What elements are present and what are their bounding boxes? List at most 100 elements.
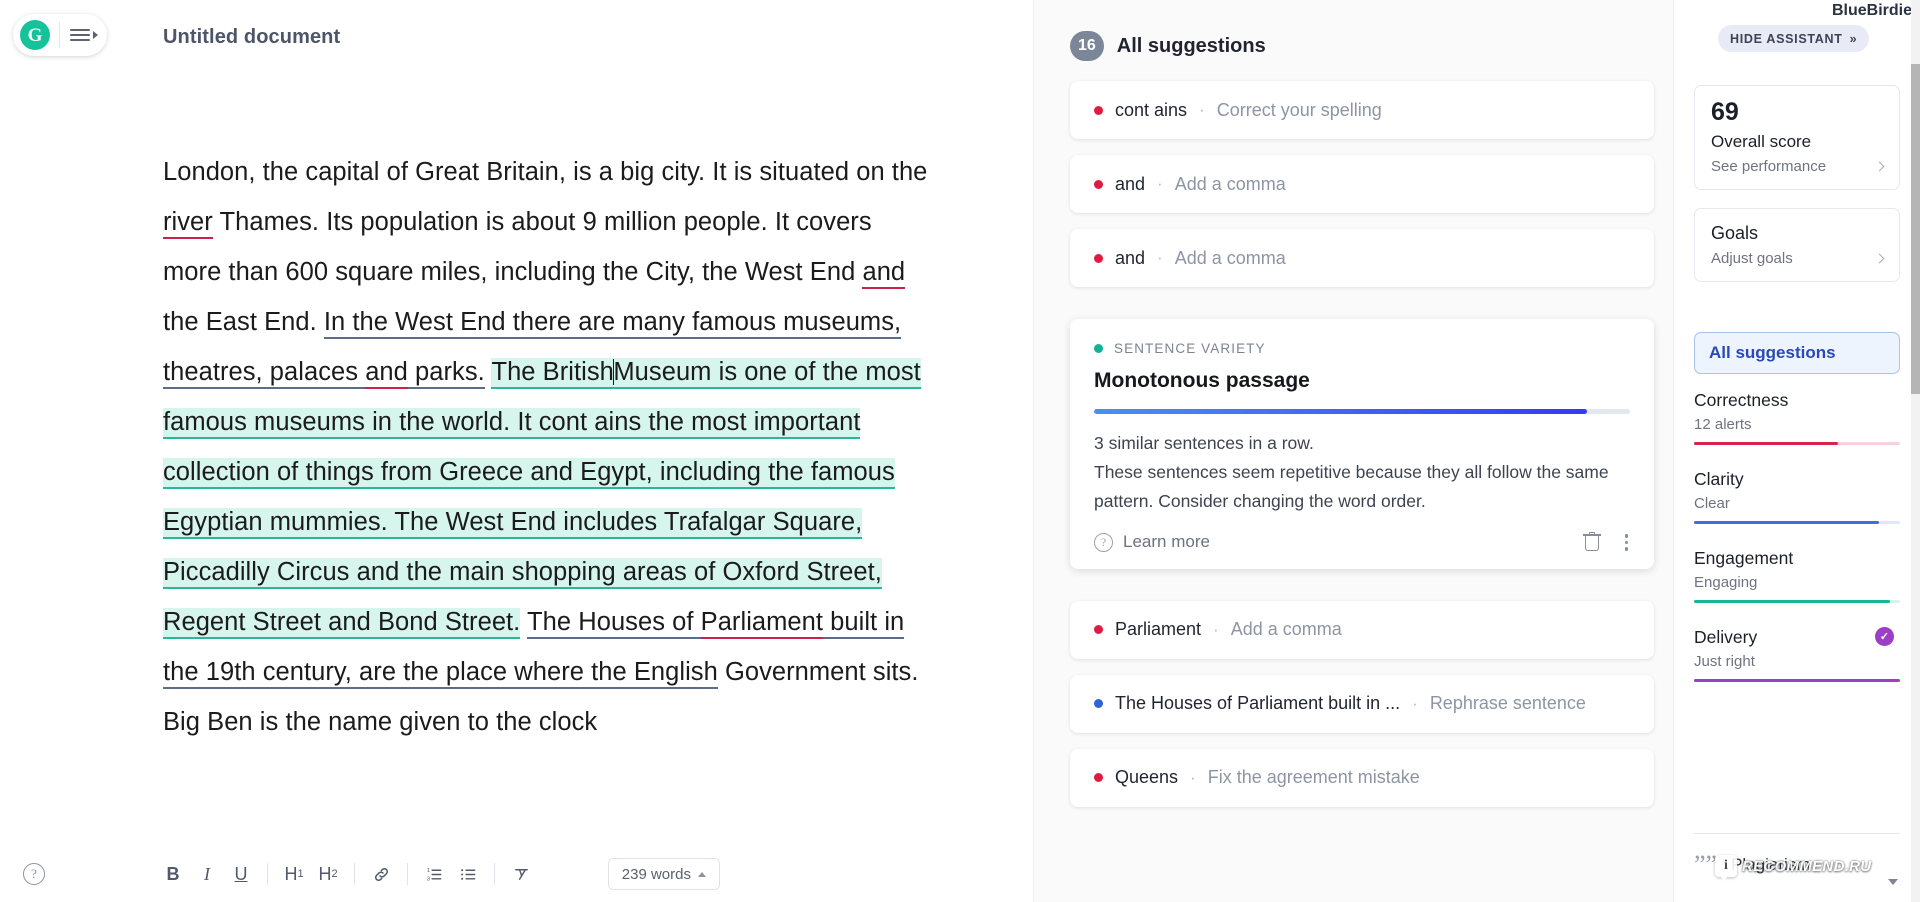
plagiarism-row[interactable]: ”” Plagiarism xyxy=(1694,852,1810,878)
bulleted-list-icon[interactable] xyxy=(451,857,485,891)
suggestion-description: 3 similar sentences in a row. These sent… xyxy=(1094,429,1630,516)
metric-name: Delivery xyxy=(1694,627,1758,647)
grammarly-editor-app: G Untitled document London, the capital … xyxy=(0,0,1920,902)
sidebar-scrollbar-thumb[interactable] xyxy=(1911,64,1920,394)
hamburger-menu-icon[interactable] xyxy=(70,29,98,41)
adjust-goals-row[interactable]: Adjust goals xyxy=(1711,250,1885,267)
spelling-mark[interactable]: river xyxy=(163,208,213,239)
link-icon[interactable] xyxy=(364,857,398,891)
bold-button[interactable]: B xyxy=(156,857,190,891)
ordered-list-icon[interactable]: 1 3 xyxy=(417,857,451,891)
suggestion-term: The Houses of Parliament built in ... xyxy=(1115,693,1401,713)
metric-delivery[interactable]: Delivery Just right ✓ xyxy=(1694,627,1900,682)
page-title[interactable]: Untitled document xyxy=(163,26,340,49)
suggestion-action: Add a comma xyxy=(1174,173,1286,194)
suggestions-header: 16 All suggestions xyxy=(1070,31,1673,61)
suggestion-card[interactable]: and · Add a comma xyxy=(1070,229,1654,287)
goals-panel[interactable]: Goals Adjust goals xyxy=(1694,208,1900,282)
pill-divider xyxy=(59,22,60,48)
suggestion-dot-icon xyxy=(1094,105,1103,115)
metric-bar xyxy=(1694,600,1900,603)
card-action-icons xyxy=(1582,532,1631,553)
suggestion-separator: · xyxy=(1199,100,1205,119)
metric-clarity[interactable]: Clarity Clear xyxy=(1694,469,1900,524)
chevron-down-icon[interactable] xyxy=(1888,879,1898,885)
see-performance-link: See performance xyxy=(1711,158,1827,175)
metric-value: Clear xyxy=(1694,495,1730,512)
see-performance-row[interactable]: See performance xyxy=(1711,158,1885,175)
metric-value: Just right xyxy=(1694,653,1755,670)
trash-icon[interactable] xyxy=(1582,532,1601,552)
suggestion-action: Rephrase sentence xyxy=(1429,693,1586,713)
help-circle-icon[interactable]: ? xyxy=(23,863,45,885)
brand-label: BlueBirdie xyxy=(1831,2,1912,19)
document-editor[interactable]: London, the capital of Great Britain, is… xyxy=(163,147,933,747)
word-count-label: 239 words xyxy=(621,865,691,883)
suggestion-dot-icon xyxy=(1094,253,1103,263)
adjust-goals-link: Adjust goals xyxy=(1711,250,1793,267)
suggestion-term: and xyxy=(1115,173,1146,194)
toolbar-divider xyxy=(354,863,355,885)
suggestion-dot-icon xyxy=(1094,773,1103,782)
suggestion-card[interactable]: Parliament · Add a comma xyxy=(1070,600,1654,659)
check-badge-icon: ✓ xyxy=(1875,627,1894,646)
sidebar-scrollbar-track[interactable] xyxy=(1911,0,1920,902)
sentence-variety-mark[interactable]: The BritishMuseum is one of the most fam… xyxy=(163,358,921,639)
word-count-button[interactable]: 239 words xyxy=(607,858,720,890)
spelling-mark[interactable]: Parliament xyxy=(700,608,824,639)
text-cursor xyxy=(612,359,615,385)
editor-bottom-toolbar: ? B I U H1 H2 1 3 239 words xyxy=(0,846,1033,902)
suggestion-dot-icon xyxy=(1094,699,1103,708)
suggestion-category-label: SENTENCE VARIETY xyxy=(1114,341,1266,356)
suggestion-card-footer: ? Learn more xyxy=(1094,532,1630,553)
metric-name: Correctness xyxy=(1694,390,1789,410)
clear-formatting-icon[interactable] xyxy=(504,857,538,891)
heading-2-button[interactable]: H2 xyxy=(311,857,345,891)
metric-engagement[interactable]: Engagement Engaging xyxy=(1694,548,1900,603)
metric-correctness[interactable]: Correctness 12 alerts xyxy=(1694,390,1900,445)
italic-button[interactable]: I xyxy=(190,857,224,891)
suggestion-description-line-1: 3 similar sentences in a row. xyxy=(1094,433,1314,453)
category-dot-icon xyxy=(1094,344,1103,353)
suggestion-separator: · xyxy=(1157,174,1163,193)
metric-name: Engagement xyxy=(1694,548,1794,568)
suggestion-card[interactable]: The Houses of Parliament built in ... · Re… xyxy=(1070,674,1654,733)
logo-menu-pill[interactable]: G xyxy=(13,14,107,56)
metric-bar-fill xyxy=(1694,442,1839,445)
suggestion-card[interactable]: Queens · Fix the agreement mistake xyxy=(1070,748,1654,807)
suggestions-column: 16 All suggestions cont ains · Correct you… xyxy=(1033,0,1673,902)
suggestion-dot-icon xyxy=(1094,179,1103,189)
suggestion-card[interactable]: and · Add a comma xyxy=(1070,155,1654,213)
help-circle-icon: ? xyxy=(1094,532,1113,552)
suggestion-separator: · xyxy=(1213,619,1219,639)
spelling-mark[interactable]: and xyxy=(365,358,408,389)
suggestion-progress-fill xyxy=(1094,409,1588,414)
toolbar-divider xyxy=(407,863,408,885)
chevron-right-icon xyxy=(1874,253,1885,264)
grammarly-logo-icon[interactable]: G xyxy=(20,20,50,50)
suggestion-category-row: SENTENCE VARIETY xyxy=(1094,341,1630,356)
suggestion-progress-track xyxy=(1094,409,1630,414)
suggestion-term: Parliament xyxy=(1115,619,1202,639)
overall-score-label: Overall score xyxy=(1711,132,1812,151)
chevron-double-right-icon: » xyxy=(1849,31,1858,46)
all-suggestions-button[interactable]: All suggestions xyxy=(1694,332,1900,374)
hide-assistant-button[interactable]: HIDE ASSISTANT » xyxy=(1718,25,1870,52)
suggestion-card-expanded[interactable]: SENTENCE VARIETY Monotonous passage 3 si… xyxy=(1070,319,1654,569)
kebab-menu-icon[interactable] xyxy=(1623,532,1631,553)
suggestion-card[interactable]: cont ains · Correct your spelling xyxy=(1070,81,1654,139)
heading-1-button[interactable]: H1 xyxy=(277,857,311,891)
overall-score-value: 69 xyxy=(1711,98,1739,126)
spelling-mark[interactable]: and xyxy=(862,258,906,289)
overall-score-panel[interactable]: 69 Overall score See performance xyxy=(1694,85,1900,190)
underline-button[interactable]: U xyxy=(224,857,258,891)
metric-bar-fill xyxy=(1694,521,1880,524)
metric-bar-fill xyxy=(1694,679,1900,682)
document-paragraph[interactable]: London, the capital of Great Britain, is… xyxy=(163,147,933,747)
suggestion-description-line-2: These sentences seem repetitive because … xyxy=(1094,462,1609,511)
suggestion-term: and xyxy=(1115,247,1146,268)
metric-bar xyxy=(1694,679,1900,682)
learn-more-link[interactable]: ? Learn more xyxy=(1094,532,1210,552)
suggestion-action: Add a comma xyxy=(1230,619,1342,639)
suggestion-separator: · xyxy=(1412,693,1418,713)
